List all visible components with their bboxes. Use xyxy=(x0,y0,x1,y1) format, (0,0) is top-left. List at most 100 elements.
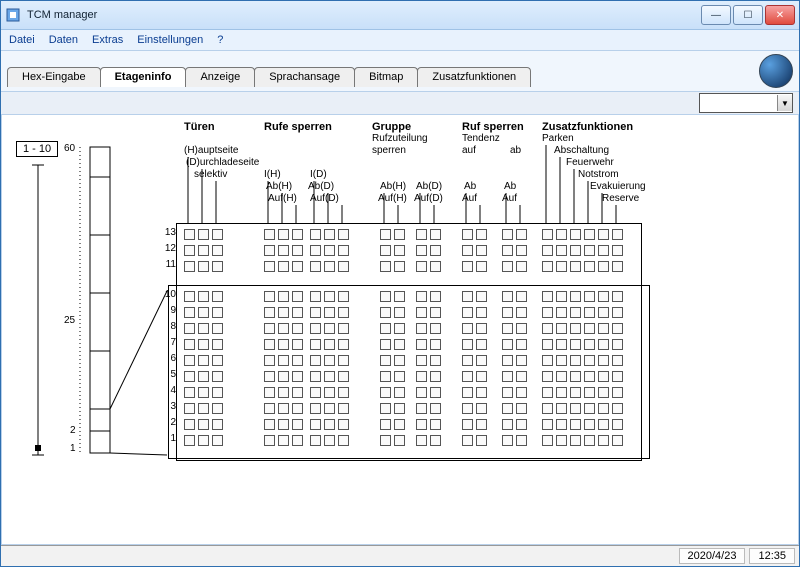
checkbox[interactable] xyxy=(476,403,487,414)
checkbox[interactable] xyxy=(612,291,623,302)
checkbox[interactable] xyxy=(542,403,553,414)
checkbox[interactable] xyxy=(416,355,427,366)
checkbox[interactable] xyxy=(212,229,223,240)
checkbox[interactable] xyxy=(430,339,441,350)
checkbox[interactable] xyxy=(184,403,195,414)
checkbox[interactable] xyxy=(310,323,321,334)
checkbox[interactable] xyxy=(612,419,623,430)
checkbox[interactable] xyxy=(612,323,623,334)
checkbox[interactable] xyxy=(516,245,527,256)
checkbox[interactable] xyxy=(292,403,303,414)
checkbox[interactable] xyxy=(584,403,595,414)
checkbox[interactable] xyxy=(542,261,553,272)
checkbox[interactable] xyxy=(598,371,609,382)
checkbox[interactable] xyxy=(462,291,473,302)
checkbox[interactable] xyxy=(462,435,473,446)
checkbox[interactable] xyxy=(430,261,441,272)
checkbox[interactable] xyxy=(584,435,595,446)
checkbox[interactable] xyxy=(324,307,335,318)
checkbox[interactable] xyxy=(324,339,335,350)
checkbox[interactable] xyxy=(324,387,335,398)
checkbox[interactable] xyxy=(212,339,223,350)
checkbox[interactable] xyxy=(542,245,553,256)
tab-anzeige[interactable]: Anzeige xyxy=(185,67,255,87)
checkbox[interactable] xyxy=(278,435,289,446)
checkbox[interactable] xyxy=(278,371,289,382)
checkbox[interactable] xyxy=(612,307,623,318)
checkbox[interactable] xyxy=(292,435,303,446)
checkbox[interactable] xyxy=(542,355,553,366)
checkbox[interactable] xyxy=(476,307,487,318)
checkbox[interactable] xyxy=(462,371,473,382)
checkbox[interactable] xyxy=(394,339,405,350)
checkbox[interactable] xyxy=(264,245,275,256)
checkbox[interactable] xyxy=(416,403,427,414)
checkbox[interactable] xyxy=(212,291,223,302)
checkbox[interactable] xyxy=(264,307,275,318)
checkbox[interactable] xyxy=(292,307,303,318)
checkbox[interactable] xyxy=(184,261,195,272)
checkbox[interactable] xyxy=(542,371,553,382)
checkbox[interactable] xyxy=(556,387,567,398)
tab-etageninfo[interactable]: Etageninfo xyxy=(100,67,187,87)
checkbox[interactable] xyxy=(516,339,527,350)
checkbox[interactable] xyxy=(542,323,553,334)
checkbox[interactable] xyxy=(338,229,349,240)
checkbox[interactable] xyxy=(476,339,487,350)
checkbox[interactable] xyxy=(264,339,275,350)
checkbox[interactable] xyxy=(310,307,321,318)
checkbox[interactable] xyxy=(542,307,553,318)
checkbox[interactable] xyxy=(476,371,487,382)
checkbox[interactable] xyxy=(502,435,513,446)
checkbox[interactable] xyxy=(310,419,321,430)
tab-sprachansage[interactable]: Sprachansage xyxy=(254,67,355,87)
checkbox[interactable] xyxy=(278,323,289,334)
checkbox[interactable] xyxy=(598,323,609,334)
checkbox[interactable] xyxy=(264,403,275,414)
tab-bitmap[interactable]: Bitmap xyxy=(354,67,418,87)
checkbox[interactable] xyxy=(416,229,427,240)
checkbox[interactable] xyxy=(598,245,609,256)
tab-zusatzfunktionen[interactable]: Zusatzfunktionen xyxy=(417,67,531,87)
checkbox[interactable] xyxy=(502,291,513,302)
checkbox[interactable] xyxy=(570,387,581,398)
checkbox[interactable] xyxy=(324,435,335,446)
checkbox[interactable] xyxy=(310,339,321,350)
checkbox[interactable] xyxy=(430,419,441,430)
checkbox[interactable] xyxy=(612,339,623,350)
checkbox[interactable] xyxy=(542,419,553,430)
checkbox[interactable] xyxy=(584,307,595,318)
checkbox[interactable] xyxy=(462,245,473,256)
checkbox[interactable] xyxy=(516,371,527,382)
checkbox[interactable] xyxy=(416,435,427,446)
checkbox[interactable] xyxy=(598,355,609,366)
checkbox[interactable] xyxy=(516,387,527,398)
checkbox[interactable] xyxy=(394,291,405,302)
checkbox[interactable] xyxy=(556,355,567,366)
checkbox[interactable] xyxy=(278,419,289,430)
checkbox[interactable] xyxy=(292,371,303,382)
checkbox[interactable] xyxy=(278,229,289,240)
checkbox[interactable] xyxy=(598,403,609,414)
checkbox[interactable] xyxy=(584,245,595,256)
checkbox[interactable] xyxy=(502,323,513,334)
checkbox[interactable] xyxy=(264,371,275,382)
menu-datei[interactable]: Datei xyxy=(9,34,35,46)
checkbox[interactable] xyxy=(338,307,349,318)
checkbox[interactable] xyxy=(338,245,349,256)
checkbox[interactable] xyxy=(394,387,405,398)
checkbox[interactable] xyxy=(430,355,441,366)
checkbox[interactable] xyxy=(278,355,289,366)
close-button[interactable]: ✕ xyxy=(765,5,795,25)
checkbox[interactable] xyxy=(338,419,349,430)
checkbox[interactable] xyxy=(380,323,391,334)
checkbox[interactable] xyxy=(416,245,427,256)
checkbox[interactable] xyxy=(502,403,513,414)
checkbox[interactable] xyxy=(416,339,427,350)
checkbox[interactable] xyxy=(292,245,303,256)
checkbox[interactable] xyxy=(502,245,513,256)
checkbox[interactable] xyxy=(338,387,349,398)
checkbox[interactable] xyxy=(476,387,487,398)
checkbox[interactable] xyxy=(502,387,513,398)
checkbox[interactable] xyxy=(184,323,195,334)
